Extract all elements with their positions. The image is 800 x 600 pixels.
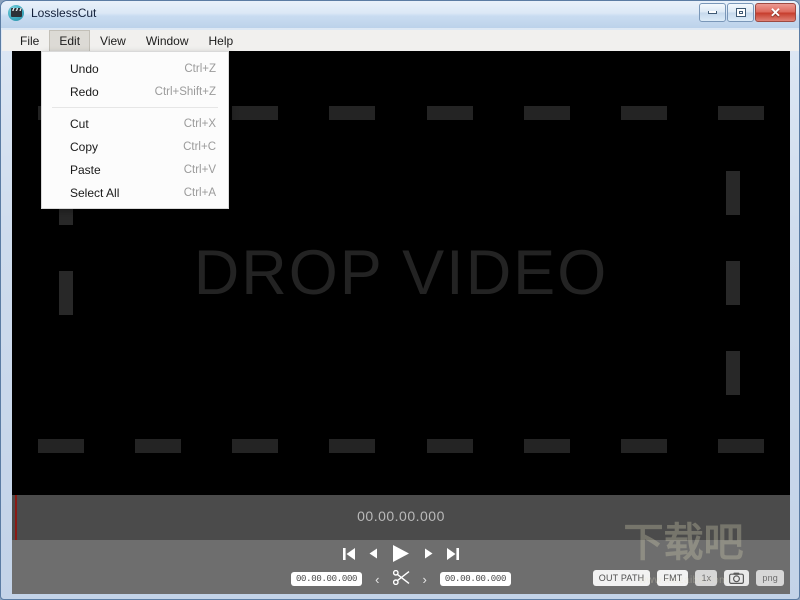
cut-end-input[interactable]: 00.00.00.000 xyxy=(439,572,512,586)
menu-option-copy[interactable]: Copy Ctrl+C xyxy=(42,135,228,158)
scissors-icon[interactable] xyxy=(392,569,410,588)
maximize-button[interactable] xyxy=(727,3,754,22)
current-timecode: 00.00.00.000 xyxy=(357,508,445,524)
step-back-button[interactable] xyxy=(369,548,378,559)
menu-option-label: Copy xyxy=(70,139,99,154)
menu-option-paste[interactable]: Paste Ctrl+V xyxy=(42,158,228,181)
close-icon: ✕ xyxy=(770,5,781,20)
window-title: LosslessCut xyxy=(31,6,97,20)
cut-prev-button[interactable]: ‹ xyxy=(375,572,379,587)
timeline-track[interactable]: 00.00.00.000 xyxy=(12,495,790,540)
menu-option-shortcut: Ctrl+Shift+Z xyxy=(154,85,216,98)
minimize-icon xyxy=(708,11,717,14)
maximize-icon xyxy=(735,8,746,17)
edit-dropdown-menu: Undo Ctrl+Z Redo Ctrl+Shift+Z Cut Ctrl+X… xyxy=(41,51,229,209)
title-bar: LosslessCut ✕ xyxy=(1,1,799,28)
clapperboard-icon xyxy=(8,5,24,21)
menu-item-edit[interactable]: Edit xyxy=(49,29,91,52)
format-button[interactable]: FMT xyxy=(657,570,689,586)
cut-next-button[interactable]: › xyxy=(423,572,427,587)
out-path-button[interactable]: OUT PATH xyxy=(592,570,651,586)
menu-option-redo[interactable]: Redo Ctrl+Shift+Z xyxy=(42,80,228,103)
menu-option-shortcut: Ctrl+A xyxy=(183,186,216,199)
cut-start-input[interactable]: 00.00.00.000 xyxy=(290,572,363,586)
minimize-button[interactable] xyxy=(699,3,726,22)
menu-separator xyxy=(52,107,218,108)
window-controls: ✕ xyxy=(699,3,796,22)
export-controls: OUT PATH FMT 1x png xyxy=(592,570,784,586)
menu-option-label: Undo xyxy=(70,61,99,76)
camera-icon xyxy=(729,572,745,584)
close-button[interactable]: ✕ xyxy=(755,3,796,22)
menu-item-help[interactable]: Help xyxy=(199,30,244,52)
menu-item-window[interactable]: Window xyxy=(136,30,199,52)
bottom-controls: 00.00.00.000 ‹ › 00.00.00.000 OUT PATH F… xyxy=(12,520,790,594)
play-button[interactable] xyxy=(391,544,411,563)
menu-option-label: Redo xyxy=(70,84,99,99)
speed-button[interactable]: 1x xyxy=(695,570,718,586)
menu-bar: File Edit View Window Help xyxy=(2,29,799,52)
jump-end-button[interactable] xyxy=(446,547,459,561)
step-forward-button[interactable] xyxy=(424,548,433,559)
jump-start-button[interactable] xyxy=(343,547,356,561)
menu-item-view[interactable]: View xyxy=(90,30,136,52)
capture-frame-button[interactable] xyxy=(724,570,750,586)
playback-controls xyxy=(12,544,790,563)
menu-option-undo[interactable]: Undo Ctrl+Z xyxy=(42,57,228,80)
app-window: LosslessCut ✕ File Edit View Window Help xyxy=(0,0,800,600)
capture-format-button[interactable]: png xyxy=(756,570,784,586)
menu-option-select-all[interactable]: Select All Ctrl+A xyxy=(42,181,228,204)
menu-option-shortcut: Ctrl+X xyxy=(183,117,216,130)
menu-option-label: Cut xyxy=(70,116,89,131)
menu-option-shortcut: Ctrl+V xyxy=(183,163,216,176)
menu-option-shortcut: Ctrl+C xyxy=(183,140,216,153)
menu-option-label: Paste xyxy=(70,162,101,177)
menu-item-file[interactable]: File xyxy=(10,30,49,52)
menu-option-shortcut: Ctrl+Z xyxy=(184,62,216,75)
menu-option-cut[interactable]: Cut Ctrl+X xyxy=(42,112,228,135)
title-bar-left: LosslessCut xyxy=(8,5,96,21)
menu-option-label: Select All xyxy=(70,185,120,200)
